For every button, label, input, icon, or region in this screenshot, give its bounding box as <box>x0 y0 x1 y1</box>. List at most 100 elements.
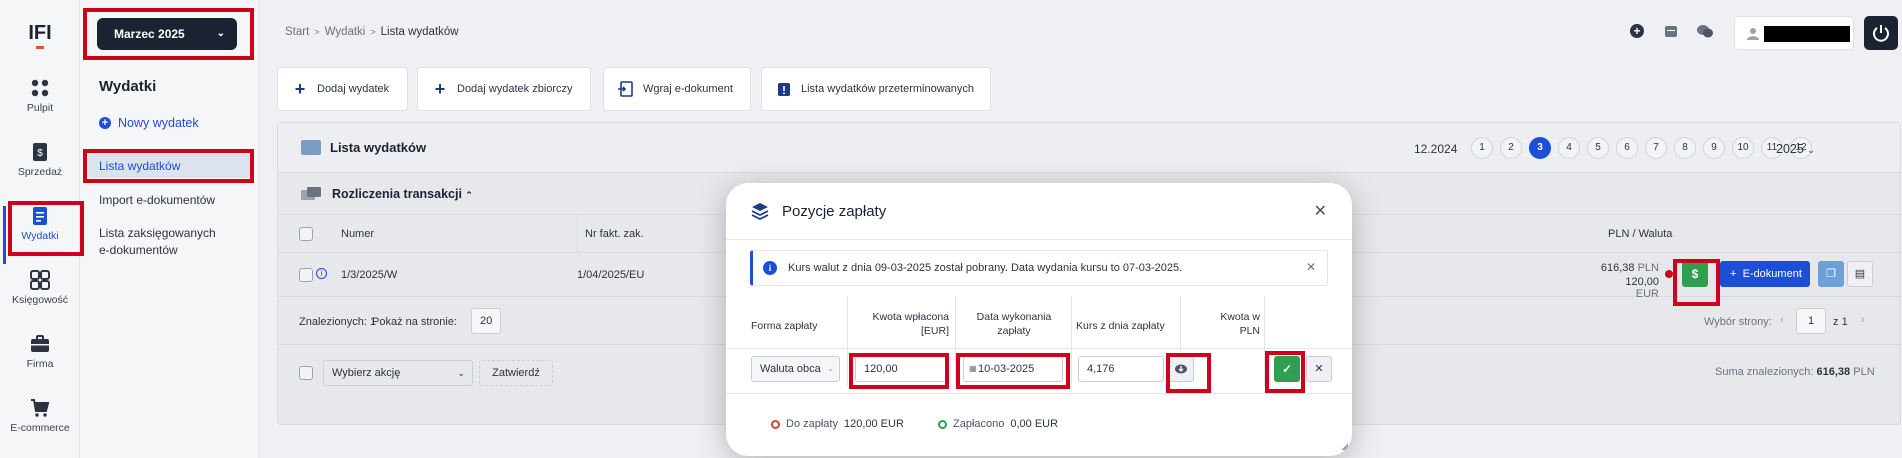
logout-button[interactable] <box>1864 16 1898 50</box>
edocument-label: E-dokument <box>1742 268 1802 280</box>
month-pill-3[interactable]: 3 <box>1529 137 1551 159</box>
rail-item-pulpit[interactable]: Pulpit <box>0 78 80 136</box>
payment-form-value: Waluta obca <box>760 363 821 375</box>
confirm-button[interactable]: Zatwierdź <box>479 360 553 386</box>
month-pill-1[interactable]: 1 <box>1471 137 1493 159</box>
document-icon <box>33 207 47 225</box>
bulk-select-checkbox[interactable] <box>299 366 313 380</box>
copy-icon[interactable]: ❐ <box>1818 261 1844 287</box>
calendar-icon[interactable] <box>1664 24 1678 38</box>
paid-label: Zapłacono <box>953 418 1005 430</box>
date-value: 10-03-2025 <box>978 363 1035 375</box>
rail-item-sprzedaz[interactable]: $ Sprzedaż <box>0 142 80 200</box>
pln-currency: PLN <box>1637 262 1659 274</box>
month-selector[interactable]: Marzec 2025 ⌄ <box>97 18 237 50</box>
month-pill-7[interactable]: 7 <box>1645 137 1667 159</box>
month-pill-10[interactable]: 10 <box>1732 137 1754 159</box>
upload-edocument-label: Wgraj e-dokument <box>643 83 733 95</box>
rail-item-wydatki[interactable]: Wydatki <box>0 206 80 264</box>
per-page-input[interactable]: 20 <box>471 308 501 334</box>
of-label: z <box>1833 316 1839 328</box>
page-of: z 1 <box>1833 316 1848 328</box>
plus-icon: + <box>434 79 446 99</box>
month-pill-2[interactable]: 2 <box>1500 137 1522 159</box>
cell-numer[interactable]: 1/3/2025/W <box>341 269 397 281</box>
rail-item-firma[interactable]: Firma <box>0 334 80 392</box>
sidebar-item-lista-wydatkow[interactable]: Lista wydatków <box>99 158 180 175</box>
section-title: Rozliczenia transakcji ⌃ <box>332 187 473 201</box>
month-pill-8[interactable]: 8 <box>1674 137 1696 159</box>
col-header-nrfakt[interactable]: Nr fakt. zak. <box>585 228 644 240</box>
paid-legend: Zapłacono 0,00 EUR <box>938 418 1058 430</box>
row-checkbox[interactable] <box>299 268 313 282</box>
rate-input[interactable]: 4,176 <box>1078 356 1164 382</box>
user-icon <box>1747 28 1759 40</box>
confirm-payment-button[interactable]: ✓ <box>1274 356 1300 382</box>
dashboard-icon <box>31 79 49 97</box>
amount-input[interactable]: 120,00 <box>855 356 947 382</box>
app-logo[interactable]: IFI <box>27 20 53 49</box>
per-page-label: Pokaż na stronie: <box>372 316 457 328</box>
month-pill-9[interactable]: 9 <box>1703 137 1725 159</box>
pages-total: 1 <box>1841 316 1848 328</box>
kwota-header-2: [EUR] <box>920 325 949 337</box>
year-label: 2025 <box>1776 142 1804 156</box>
resize-handle-icon[interactable]: ◢ <box>1341 441 1348 452</box>
select-all-checkbox[interactable] <box>299 227 313 241</box>
remove-payment-button[interactable]: ✕ <box>1306 356 1332 382</box>
bulk-action-select[interactable]: Wybierz akcję ⌄ <box>323 360 473 386</box>
plus-icon: + <box>1730 268 1737 280</box>
row-divider <box>726 348 1352 349</box>
rail-item-ksiegowosc[interactable]: Księgowość <box>0 270 80 328</box>
chevron-right-icon[interactable]: › <box>1861 314 1865 326</box>
close-icon[interactable]: ✕ <box>1306 260 1316 274</box>
rail-label: Wydatki <box>21 230 59 242</box>
month-pill-6[interactable]: 6 <box>1616 137 1638 159</box>
rail-item-ecommerce[interactable]: E-commerce <box>0 398 80 456</box>
paid-value: 0,00 EUR <box>1010 418 1059 430</box>
edocument-button[interactable]: + E-dokument <box>1720 261 1810 287</box>
grid-icon <box>30 270 50 290</box>
calendar-icon: ▦ <box>969 364 977 373</box>
date-input[interactable]: ▦ 10-03-2025 <box>963 356 1063 382</box>
sidebar-item-lista-zaksiegowanych[interactable]: Lista zaksięgowanych <box>99 225 216 242</box>
payment-button[interactable]: $ <box>1682 261 1708 287</box>
overdue-expenses-button[interactable]: Lista wydatków przeterminowanych <box>761 67 991 111</box>
col-header-kwota-pln: Kwota w PLN <box>1186 310 1260 338</box>
add-circle-icon[interactable]: + <box>1630 24 1644 38</box>
close-icon[interactable]: ✕ <box>1314 201 1327 221</box>
user-menu[interactable] <box>1734 16 1854 50</box>
new-expense-label: Nowy wydatek <box>118 116 199 130</box>
col-header-numer[interactable]: Numer <box>341 228 374 240</box>
month-pill-5[interactable]: 5 <box>1587 137 1609 159</box>
add-expense-button[interactable]: + Dodaj wydatek <box>277 67 408 111</box>
col-header-kwota: Kwota wpłacona [EUR] <box>855 310 949 338</box>
year-selector[interactable]: 2025 ⌄ <box>1776 142 1815 156</box>
prev-period-link[interactable]: 12.2024 <box>1414 142 1457 156</box>
col-header-kurs: Kurs z dnia zapłaty <box>1076 320 1165 332</box>
info-icon[interactable]: i <box>316 268 327 279</box>
breadcrumb-start[interactable]: Start <box>285 26 309 38</box>
col-divider <box>955 296 956 386</box>
upload-edocument-button[interactable]: Wgraj e-dokument <box>603 67 751 111</box>
data-header-2: zapłaty <box>997 325 1031 337</box>
new-expense-link[interactable]: + Nowy wydatek <box>99 116 199 130</box>
breadcrumb-wydatki[interactable]: Wydatki <box>325 26 366 38</box>
col-header-pln[interactable]: PLN / Waluta <box>1608 228 1672 240</box>
sidebar-item-import[interactable]: Import e-dokumentów <box>99 192 215 209</box>
modal-header: Pozycje zapłaty ✕ <box>726 183 1352 240</box>
add-bulk-expense-button[interactable]: + Dodaj wydatek zbiorczy <box>417 67 591 111</box>
page-input[interactable]: 1 <box>1796 308 1826 334</box>
sum-value: 616,38 <box>1816 366 1851 378</box>
kwota-header-1: Kwota wpłacona <box>872 311 949 323</box>
payment-form-select[interactable]: Waluta obca ⌄ <box>751 356 840 382</box>
month-pill-4[interactable]: 4 <box>1558 137 1580 159</box>
download-rate-button[interactable] <box>1168 356 1194 382</box>
print-icon[interactable]: ▤ <box>1847 261 1873 287</box>
sidebar-item-lista-zaksiegowanych-2[interactable]: e-dokumentów <box>99 242 178 259</box>
calendar-alert-icon <box>778 83 790 96</box>
chevron-left-icon[interactable]: ‹ <box>1780 314 1784 326</box>
chat-icon[interactable] <box>1696 24 1714 39</box>
green-circle-icon <box>938 419 947 429</box>
found-count: Znalezionych: 1 <box>299 316 376 328</box>
